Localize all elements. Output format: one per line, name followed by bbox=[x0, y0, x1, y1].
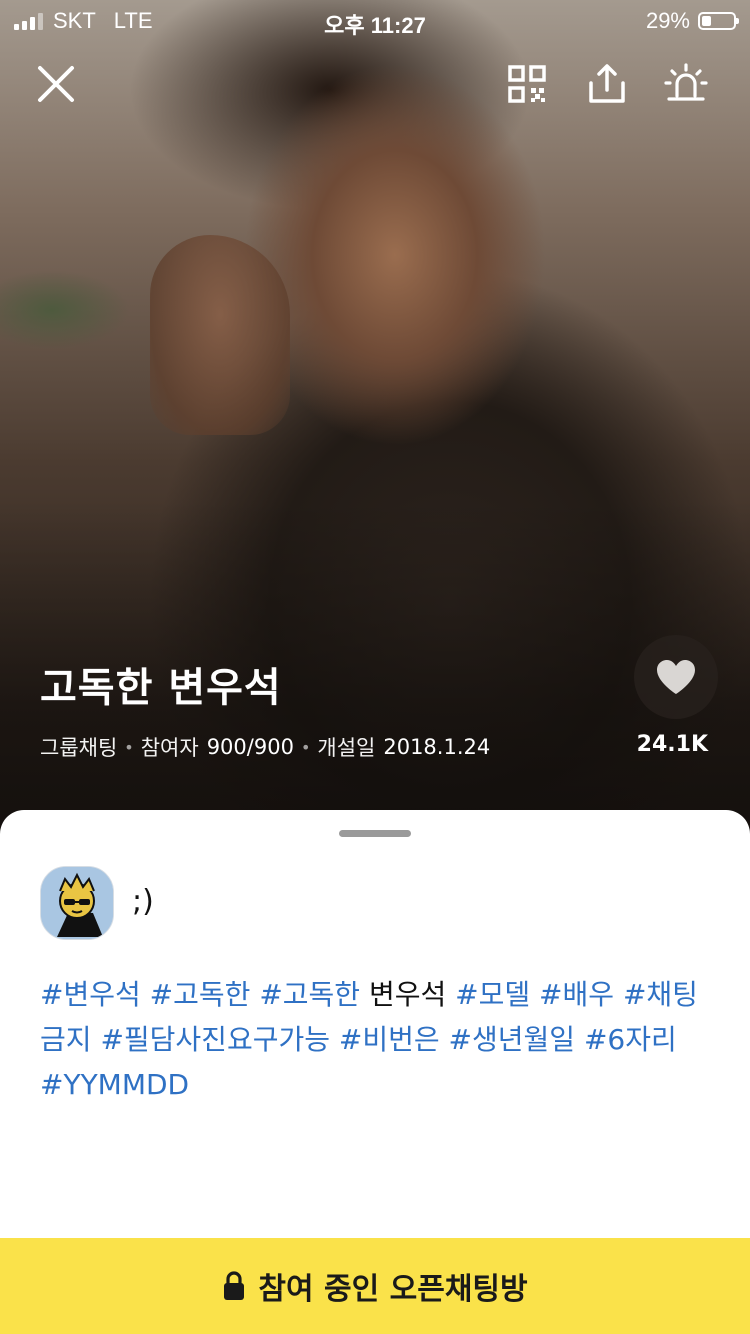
hashtag-list: #변우석 #고독한 #고독한 변우석 #모델 #배우 #채팅금지 #필담사진요구… bbox=[40, 972, 700, 1107]
separator-dot: • bbox=[124, 737, 134, 757]
lock-icon bbox=[224, 1271, 245, 1300]
battery-percent: 29% bbox=[645, 8, 690, 33]
hashtag-link[interactable]: #모델 bbox=[455, 978, 530, 1011]
opened-label: 개설일 bbox=[317, 736, 376, 760]
hashtag-text bbox=[330, 1023, 339, 1056]
report-button[interactable] bbox=[662, 60, 710, 108]
close-icon bbox=[38, 66, 74, 102]
hashtag-link[interactable]: #YYMMDD bbox=[40, 1068, 189, 1101]
share-icon bbox=[589, 64, 625, 103]
separator-dot: • bbox=[300, 737, 311, 757]
hashtag-link[interactable]: #고독한 bbox=[150, 978, 251, 1011]
hashtag-text bbox=[141, 978, 150, 1011]
close-button[interactable] bbox=[32, 60, 80, 108]
share-button[interactable] bbox=[583, 60, 631, 108]
like-button[interactable] bbox=[634, 635, 718, 719]
report-siren-icon bbox=[664, 63, 708, 101]
hashtag-link[interactable]: #변우석 bbox=[40, 978, 141, 1011]
join-button-label: 참여 중인 오픈채팅방 bbox=[258, 1272, 528, 1307]
photo-arm bbox=[150, 235, 290, 435]
status-bar: SKT LTE 오후 11:27 29% bbox=[0, 0, 750, 40]
room-description: ;) bbox=[132, 884, 154, 919]
battery-icon bbox=[698, 12, 739, 30]
hashtag-text bbox=[250, 978, 259, 1011]
drag-handle[interactable] bbox=[339, 830, 411, 837]
background-plant bbox=[0, 270, 130, 350]
hashtag-text bbox=[530, 978, 539, 1011]
like-count: 24.1K bbox=[636, 732, 708, 757]
opened-date: 2018.1.24 bbox=[383, 735, 491, 759]
participants-count: 900/900 bbox=[206, 735, 294, 759]
hashtag-link[interactable]: #필담사진요구가능 bbox=[100, 1023, 330, 1056]
hashtag-link[interactable]: #고독한 bbox=[259, 978, 360, 1011]
hashtag-link[interactable]: #6자리 bbox=[584, 1023, 677, 1056]
character-avatar-icon bbox=[41, 867, 113, 939]
qr-code-button[interactable] bbox=[503, 60, 551, 108]
hashtag-link[interactable]: #생년월일 bbox=[449, 1023, 576, 1056]
room-title: 고독한 변우석 bbox=[40, 665, 282, 711]
qr-code-icon bbox=[508, 65, 546, 103]
hashtag-text bbox=[614, 978, 623, 1011]
clock: 오후 11:27 bbox=[324, 13, 426, 38]
hashtag-text: 변우석 bbox=[360, 978, 456, 1011]
hashtag-link[interactable]: #비번은 bbox=[339, 1023, 440, 1056]
hashtag-text bbox=[440, 1023, 449, 1056]
participants-label: 참여자 bbox=[140, 736, 199, 760]
hashtag-link[interactable]: #배우 bbox=[539, 978, 614, 1011]
room-type: 그룹채팅 bbox=[40, 736, 118, 760]
room-meta: 그룹채팅 • 참여자 900/900 • 개설일 2018.1.24 bbox=[40, 732, 490, 762]
joined-openchat-button[interactable]: 참여 중인 오픈채팅방 bbox=[0, 1238, 750, 1334]
hashtag-text bbox=[575, 1023, 584, 1056]
heart-icon bbox=[657, 660, 695, 694]
status-right: 29% bbox=[645, 8, 739, 34]
room-profile-avatar[interactable] bbox=[40, 866, 114, 940]
cover-photo bbox=[0, 0, 750, 840]
